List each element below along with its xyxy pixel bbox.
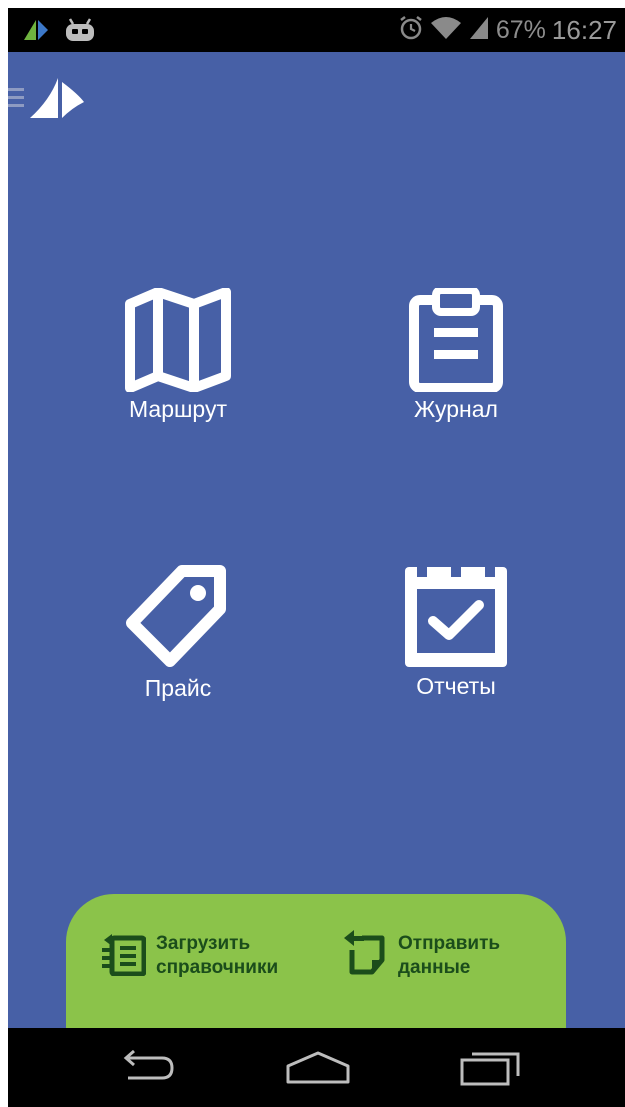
app-bar (8, 58, 625, 130)
send-data-label: Отправить данные (398, 932, 501, 978)
calendar-check-icon (403, 563, 509, 669)
map-icon (124, 288, 232, 392)
status-bar: 67% 16:27 (8, 8, 625, 52)
tile-price-label: Прайс (144, 675, 212, 701)
signal-icon (468, 15, 490, 46)
price-tag-icon (122, 563, 234, 671)
tile-journal[interactable]: Журнал (346, 288, 566, 448)
battery-percent: 67% (495, 15, 546, 44)
app-logo-icon (22, 18, 52, 47)
tile-reports[interactable]: Отчеты (346, 563, 566, 723)
back-icon[interactable] (114, 1049, 176, 1091)
status-clock: 16:27 (551, 14, 617, 45)
recent-apps-icon[interactable] (460, 1050, 522, 1091)
tile-journal-label: Журнал (414, 396, 498, 422)
load-references-label: Загрузить справочники (156, 932, 279, 978)
alarm-icon (398, 15, 424, 46)
clipboard-icon (408, 288, 504, 392)
app-screen: 67% 16:27 Маршрут Журнал Прайс Отчеты За… (8, 8, 625, 1107)
wifi-icon (430, 15, 462, 46)
tile-route-label: Маршрут (128, 396, 228, 422)
cyanogen-mascot-icon (64, 17, 96, 48)
tile-route[interactable]: Маршрут (68, 288, 288, 448)
download-list-icon (102, 930, 147, 981)
tile-reports-label: Отчеты (416, 673, 496, 699)
tile-price[interactable]: Прайс (68, 563, 288, 723)
menu-icon[interactable] (8, 86, 26, 115)
send-data-icon (344, 930, 388, 981)
sail-logo-icon[interactable] (28, 74, 86, 127)
load-references-button[interactable]: Загрузить справочники (102, 930, 278, 981)
navigation-bar (8, 1028, 625, 1107)
send-data-button[interactable]: Отправить данные (344, 930, 500, 981)
home-icon[interactable] (286, 1050, 350, 1091)
